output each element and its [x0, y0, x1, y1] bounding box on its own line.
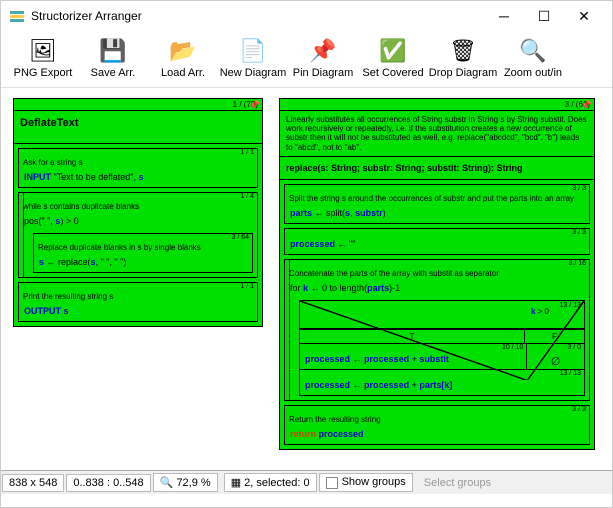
trash-icon: 🗑 [449, 37, 477, 65]
magnifier-icon: 🔍 [519, 37, 547, 65]
canvas[interactable]: 1 / (70)📌 DeflateText 1 / 1 Ask for a st… [1, 88, 612, 470]
diagram-signature: replace(s: String; substr: String; subst… [280, 157, 594, 180]
return-block[interactable]: 3 / 3 Return the resulting string return… [284, 405, 590, 445]
png-export-button[interactable]: 🖼PNG Export [9, 35, 77, 81]
while-block[interactable]: 1 / 4 while s contains duplicate blanks … [18, 192, 258, 278]
condition: 13 / 13 k > 0 [300, 301, 584, 329]
status-range: 0..838 : 0..548 [66, 474, 150, 492]
save-icon: 💾 [99, 37, 127, 65]
pin-icon: 📌 [309, 37, 337, 65]
status-dimensions: 838 x 548 [2, 474, 64, 492]
folder-open-icon: 📂 [169, 37, 197, 65]
diagram-counter: 1 / (70)📌 [14, 99, 262, 111]
pin-icon: 📌 [581, 100, 592, 111]
checkbox-icon [326, 477, 338, 489]
input-block[interactable]: 1 / 1 Ask for a string s INPUT "Text to … [18, 148, 258, 188]
close-button[interactable]: ✕ [564, 1, 604, 31]
select-groups-label: Select groups [418, 477, 497, 489]
load-arr-button[interactable]: 📂Load Arr. [149, 35, 217, 81]
split-block[interactable]: 3 / 3 Split the string s around the occu… [284, 184, 590, 224]
diagram-replace[interactable]: 3 / (61)📌 Linearly substitutes all occur… [279, 98, 595, 450]
diagram-title: DeflateText [14, 111, 262, 144]
window-title: Structorizer Arranger [31, 9, 484, 23]
status-selection: ▦ 2, selected: 0 [224, 473, 317, 492]
diagram-comment: Linearly substitutes all occurrences of … [280, 111, 594, 157]
status-zoom: 🔍 72,9 % [153, 473, 218, 492]
diagram-deflate-text[interactable]: 1 / (70)📌 DeflateText 1 / 1 Ask for a st… [13, 98, 263, 327]
new-diagram-button[interactable]: 📄New Diagram [219, 35, 287, 81]
init-processed-block[interactable]: 3 / 3 processed ← "" [284, 228, 590, 255]
pin-icon: 📌 [249, 100, 260, 111]
show-groups-checkbox[interactable]: Show groups [319, 473, 413, 491]
zoom-button[interactable]: 🔍Zoom out/in [499, 35, 567, 81]
toolbar: 🖼PNG Export 💾Save Arr. 📂Load Arr. 📄New D… [1, 31, 612, 88]
set-covered-button[interactable]: ✅Set Covered [359, 35, 427, 81]
status-bar: 838 x 548 0..838 : 0..548 🔍 72,9 % ▦ 2, … [1, 470, 612, 494]
pin-diagram-button[interactable]: 📌Pin Diagram [289, 35, 357, 81]
app-icon [9, 8, 25, 24]
minimize-button[interactable]: ─ [484, 1, 524, 31]
save-arr-button[interactable]: 💾Save Arr. [79, 35, 147, 81]
drop-diagram-button[interactable]: 🗑Drop Diagram [429, 35, 497, 81]
new-file-icon: 📄 [239, 37, 267, 65]
diagram-counter: 3 / (61)📌 [280, 99, 594, 111]
title-bar: Structorizer Arranger ─ ☐ ✕ [1, 1, 612, 31]
if-block[interactable]: 13 / 13 k > 0 T F 10 / 10 processed ← pr… [299, 300, 585, 396]
check-icon: ✅ [379, 37, 407, 65]
output-block[interactable]: 1 / 1 Print the resulting string s OUTPU… [18, 282, 258, 322]
for-block[interactable]: 3 / 16 Concatenate the parts of the arra… [284, 259, 590, 401]
image-icon: 🖼 [29, 37, 57, 65]
maximize-button[interactable]: ☐ [524, 1, 564, 31]
replace-block[interactable]: 3 / 64 Replace duplicate blanks in s by … [33, 233, 253, 273]
